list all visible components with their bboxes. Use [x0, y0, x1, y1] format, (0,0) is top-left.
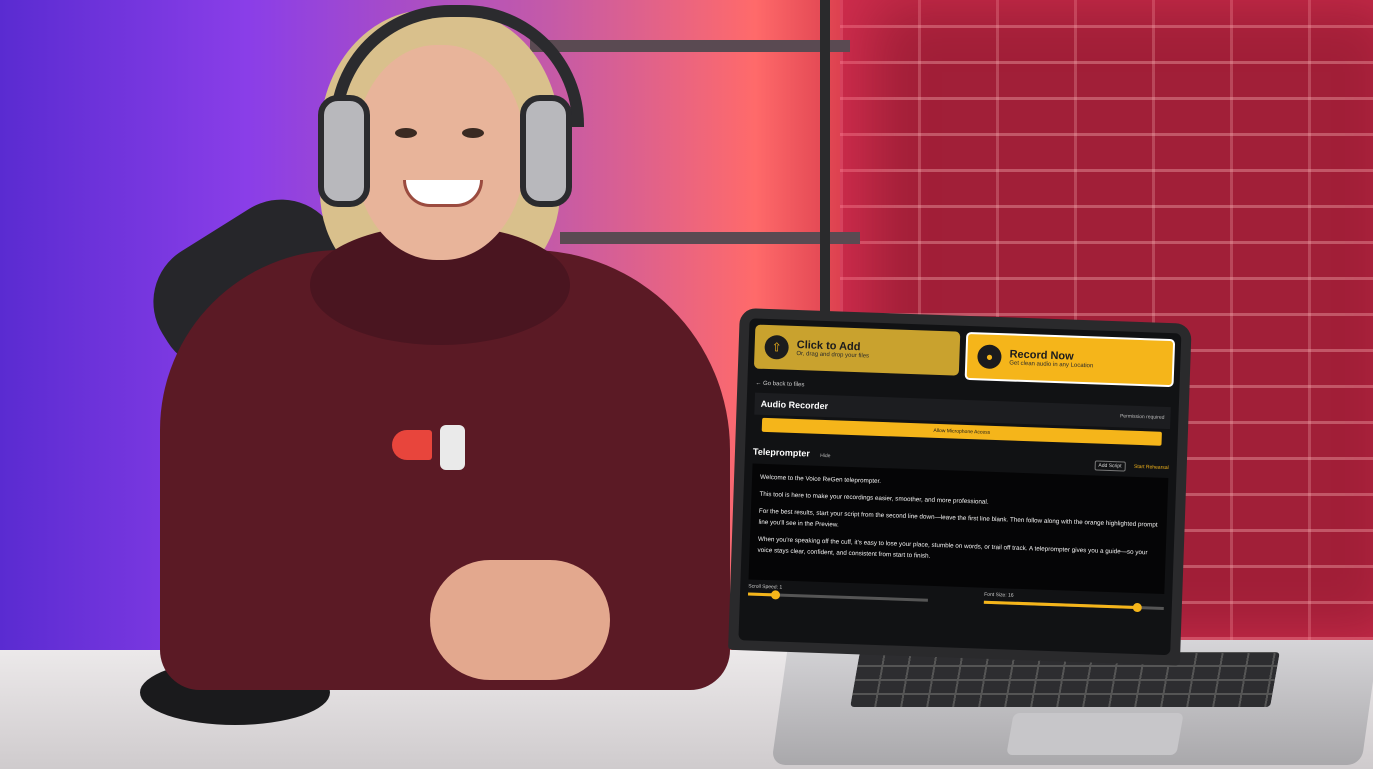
laptop-trackpad [1006, 713, 1184, 755]
hide-toggle[interactable]: Hide [820, 453, 831, 459]
shelf-top [530, 40, 850, 52]
hoodie-logo-white [440, 425, 465, 470]
left-eye [395, 128, 417, 138]
font-size-knob[interactable] [1132, 602, 1142, 613]
shelf-pole [820, 0, 830, 320]
teleprompter-script[interactable]: Welcome to the Voice ReGen teleprompter.… [748, 463, 1169, 594]
start-rehearsal-button[interactable]: Start Rehearsal [1134, 464, 1169, 471]
laptop-screen: ⇧ Click to Add Or, drag and drop your fi… [728, 308, 1192, 666]
shelf-middle [560, 232, 860, 244]
add-script-button[interactable]: Add Script [1094, 460, 1126, 472]
teleprompter-title: Teleprompter [752, 446, 810, 459]
click-to-add-card[interactable]: ⇧ Click to Add Or, drag and drop your fi… [753, 324, 961, 376]
scene: ⇧ Click to Add Or, drag and drop your fi… [0, 0, 1373, 769]
audio-recorder-title: Audio Recorder [760, 398, 829, 412]
microphone-icon: ● [977, 344, 1002, 370]
permission-required-label: Permission required [1119, 413, 1165, 421]
hoodie-logo-red [392, 430, 432, 460]
record-now-card[interactable]: ● Record Now Get clean audio in any Loca… [964, 331, 1176, 388]
clasped-hands [430, 560, 610, 680]
app-window: ⇧ Click to Add Or, drag and drop your fi… [738, 318, 1182, 656]
upload-icon: ⇧ [764, 334, 790, 360]
scroll-speed-knob[interactable] [770, 590, 781, 600]
font-size-slider[interactable] [983, 600, 1164, 613]
headphone-left [318, 95, 370, 207]
right-eye [462, 128, 484, 138]
add-card-subtitle: Or, drag and drop your files [796, 350, 870, 360]
headphone-right [520, 95, 572, 207]
